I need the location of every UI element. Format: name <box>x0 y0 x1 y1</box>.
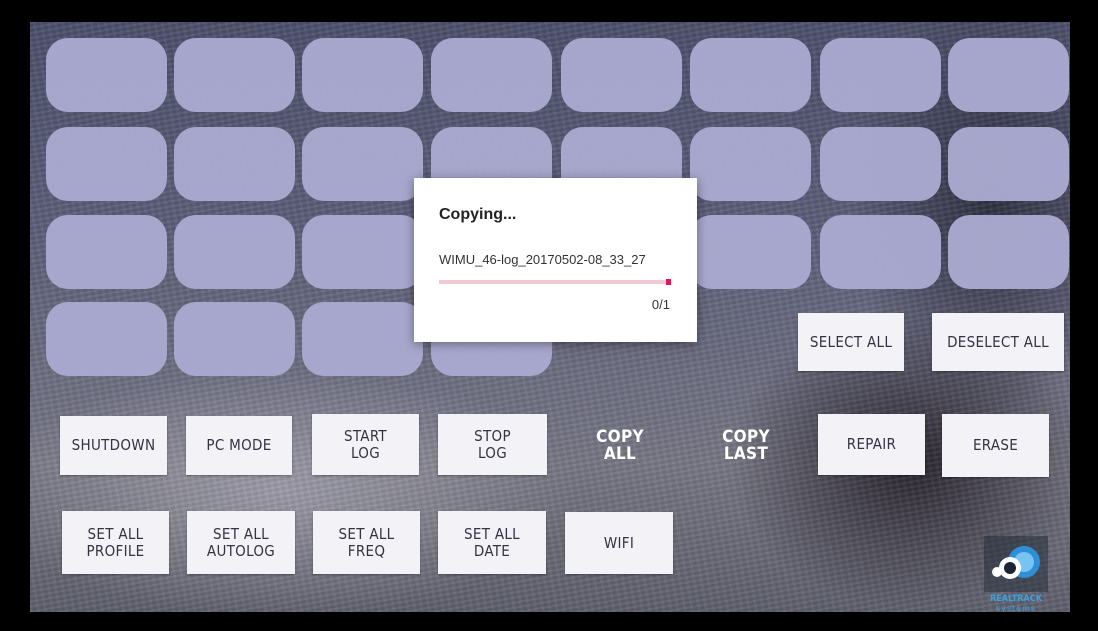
logo-tagline-text: systems <box>995 604 1037 612</box>
device-slot[interactable] <box>948 127 1069 201</box>
device-slot[interactable] <box>302 38 423 112</box>
set-all-freq-button[interactable]: SET ALL FREQ <box>313 511 420 574</box>
device-slot[interactable] <box>690 38 811 112</box>
realtrack-logo: REALTRACK systems <box>984 536 1048 612</box>
copy-all-button[interactable]: COPY ALL <box>567 416 673 475</box>
device-slot[interactable] <box>690 127 811 201</box>
logo-brand-text: REALTRACK <box>990 594 1042 604</box>
device-slot[interactable] <box>820 215 941 289</box>
realtrack-logo-icon <box>984 536 1048 592</box>
device-slot[interactable] <box>302 127 423 201</box>
erase-button[interactable]: ERASE <box>942 414 1049 477</box>
device-slot[interactable] <box>174 127 295 201</box>
device-slot[interactable] <box>820 38 941 112</box>
device-slot[interactable] <box>948 215 1069 289</box>
pc-mode-button[interactable]: PC MODE <box>186 416 292 475</box>
device-slot[interactable] <box>302 302 423 376</box>
device-slot[interactable] <box>302 215 423 289</box>
device-slot[interactable] <box>174 302 295 376</box>
device-slot[interactable] <box>561 38 682 112</box>
wifi-button[interactable]: WIFI <box>565 512 673 574</box>
deselect-all-button[interactable]: DESELECT ALL <box>932 313 1064 371</box>
device-slot[interactable] <box>46 302 167 376</box>
select-all-button[interactable]: SELECT ALL <box>798 313 904 371</box>
device-slot[interactable] <box>948 38 1069 112</box>
device-slot[interactable] <box>690 215 811 289</box>
stop-log-button[interactable]: STOP LOG <box>438 414 547 475</box>
device-slot[interactable] <box>46 215 167 289</box>
device-slot[interactable] <box>431 38 552 112</box>
set-all-autolog-button[interactable]: SET ALL AUTOLOG <box>187 511 295 574</box>
set-all-profile-button[interactable]: SET ALL PROFILE <box>62 511 169 574</box>
copy-last-button[interactable]: COPY LAST <box>693 416 799 475</box>
device-slot[interactable] <box>174 38 295 112</box>
set-all-date-button[interactable]: SET ALL DATE <box>438 511 546 574</box>
device-slot[interactable] <box>174 215 295 289</box>
progress-count: 0/1 <box>651 297 670 312</box>
copy-progress-dialog: Copying... WIMU_46-log_20170502-08_33_27… <box>414 178 697 342</box>
device-slot[interactable] <box>46 38 167 112</box>
device-slot[interactable] <box>820 127 941 201</box>
repair-button[interactable]: REPAIR <box>818 414 925 475</box>
dialog-title: Copying... <box>439 206 517 223</box>
shutdown-button[interactable]: SHUTDOWN <box>60 416 167 475</box>
progress-track <box>439 279 671 285</box>
progress-fill <box>666 279 671 285</box>
copying-file-name: WIMU_46-log_20170502-08_33_27 <box>439 252 646 267</box>
start-log-button[interactable]: START LOG <box>312 414 419 475</box>
device-slot[interactable] <box>46 127 167 201</box>
